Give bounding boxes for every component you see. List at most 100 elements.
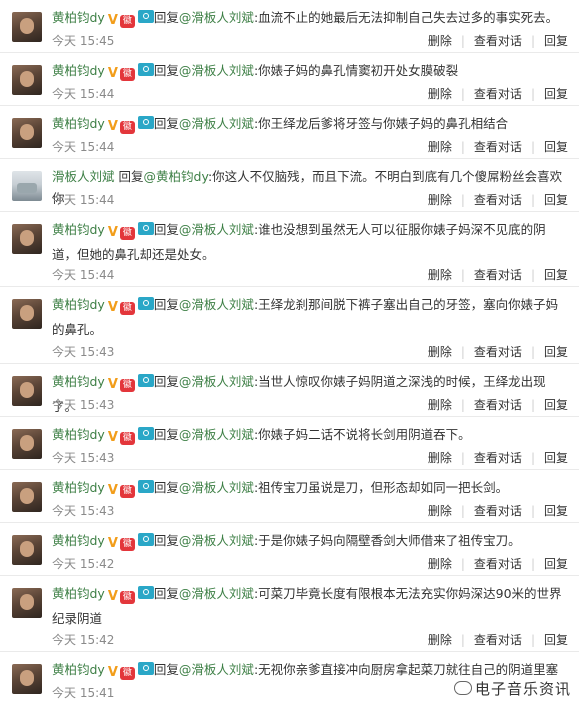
reply-button[interactable]: 回复 [544,85,568,102]
mention-link[interactable]: @滑板人刘斌 [179,222,254,237]
camera-icon [137,222,154,235]
username-link[interactable]: 黄柏钧dy [52,662,105,677]
verified-icon: V [107,225,118,240]
avatar[interactable] [12,588,42,618]
username-link[interactable]: 黄柏钧dy [52,586,105,601]
view-dialog-button[interactable]: 查看对话 [474,449,522,466]
delete-button[interactable]: 删除 [428,396,452,413]
reply-button[interactable]: 回复 [544,191,568,208]
avatar[interactable] [12,535,42,565]
avatar[interactable] [12,664,42,694]
reply-button[interactable]: 回复 [544,266,568,283]
username-link[interactable]: 黄柏钧dy [52,533,105,548]
reply-button[interactable]: 回复 [544,502,568,519]
mention-link[interactable]: @滑板人刘斌 [179,374,254,389]
reply-button[interactable]: 回复 [544,631,568,648]
delete-button[interactable]: 删除 [428,191,452,208]
mention-link[interactable]: @滑板人刘斌 [179,586,254,601]
mention-link[interactable]: @滑板人刘斌 [179,480,254,495]
reply-prefix: 回复 [153,297,179,312]
username-link[interactable]: 黄柏钧dy [52,10,105,25]
watermark: 电子音乐资讯 [451,677,573,700]
avatar[interactable] [12,65,42,95]
delete-button[interactable]: 删除 [428,449,452,466]
reply-button[interactable]: 回复 [544,138,568,155]
reply-button[interactable]: 回复 [544,555,568,572]
reply-prefix: 回复 [153,480,179,495]
view-dialog-button[interactable]: 查看对话 [474,138,522,155]
divider: | [530,345,535,359]
verified-icon: V [107,536,118,551]
view-dialog-button[interactable]: 查看对话 [474,266,522,283]
medal-icon: 徽 [119,68,135,81]
comment-item: 黄柏钧dy V 徽回复@滑板人刘斌:祖传宝刀虽说是刀，但形态却如同一把长剑。 今天 … [0,470,579,523]
reply-button[interactable]: 回复 [544,343,568,360]
avatar[interactable] [12,118,42,148]
mention-link[interactable]: @滑板人刘斌 [179,533,254,548]
mention-link[interactable]: @滑板人刘斌 [179,297,254,312]
avatar[interactable] [12,299,42,329]
mention-link[interactable]: @滑板人刘斌 [179,662,254,677]
username-link[interactable]: 黄柏钧dy [52,297,105,312]
divider: | [460,140,465,154]
view-dialog-button[interactable]: 查看对话 [474,502,522,519]
avatar[interactable] [12,429,42,459]
comment-item: 黄柏钧dy V 徽回复@滑板人刘斌:王绎龙刹那间脱下裤子塞出自己的牙签，塞向你婊子妈… [0,287,579,364]
comment-actions: 删除 | 查看对话 | 回复 [428,449,568,466]
avatar[interactable] [12,482,42,512]
comment-text: 黄柏钧dy V 徽回复@滑板人刘斌:谁也没想到虽然无人可以征服你婊子妈深不见底的阴道… [52,219,567,266]
reply-prefix: 回复 [118,169,144,184]
comment-text: 黄柏钧dy V 徽 回复@滑板人刘斌:你婊子妈的鼻孔情窦初开处女膜破裂 [52,60,567,85]
camera-icon [137,662,154,675]
view-dialog-button[interactable]: 查看对话 [474,85,522,102]
comment-text: 黄柏钧dy V 徽回复@滑板人刘斌:可菜刀毕竟长度有限根本无法充实你妈深达90米的世… [52,583,567,630]
username-link[interactable]: 黄柏钧dy [52,374,105,389]
verified-icon: V [107,300,118,315]
username-link[interactable]: 黄柏钧dy [52,63,105,78]
mention-link[interactable]: @滑板人刘斌 [179,427,254,442]
view-dialog-button[interactable]: 查看对话 [474,191,522,208]
comment-text: 黄柏钧dy V 徽 回复@滑板人刘斌:血流不止的她最后无法抑制自己失去过多的事实死去。 [52,7,567,32]
delete-button[interactable]: 删除 [428,32,452,49]
reply-prefix: 回复 [153,116,179,131]
divider: | [460,504,465,518]
divider: | [460,557,465,571]
username-link[interactable]: 黄柏钧dy [52,427,105,442]
medal-icon: 徽 [119,591,135,604]
timestamp: 今天 15:44 [52,140,115,154]
divider: | [530,398,535,412]
comment-actions: 删除 | 查看对话 | 回复 [428,32,568,49]
avatar[interactable] [12,171,42,201]
view-dialog-button[interactable]: 查看对话 [474,343,522,360]
username-link[interactable]: 滑板人刘斌 [52,169,115,184]
avatar[interactable] [12,376,42,406]
delete-button[interactable]: 删除 [428,502,452,519]
delete-button[interactable]: 删除 [428,266,452,283]
username-link[interactable]: 黄柏钧dy [52,222,105,237]
reply-button[interactable]: 回复 [544,396,568,413]
username-link[interactable]: 黄柏钧dy [52,480,105,495]
reply-button[interactable]: 回复 [544,449,568,466]
mention-link[interactable]: @滑板人刘斌 [179,10,254,25]
delete-button[interactable]: 删除 [428,631,452,648]
delete-button[interactable]: 删除 [428,343,452,360]
reply-button[interactable]: 回复 [544,32,568,49]
mention-link[interactable]: @滑板人刘斌 [179,116,254,131]
delete-button[interactable]: 删除 [428,555,452,572]
view-dialog-button[interactable]: 查看对话 [474,32,522,49]
delete-button[interactable]: 删除 [428,85,452,102]
timestamp: 今天 15:45 [52,34,115,48]
delete-button[interactable]: 删除 [428,138,452,155]
view-dialog-button[interactable]: 查看对话 [474,555,522,572]
avatar[interactable] [12,224,42,254]
view-dialog-button[interactable]: 查看对话 [474,631,522,648]
mention-link[interactable]: @滑板人刘斌 [179,63,254,78]
comment-text: 黄柏钧dy V 徽 回复@滑板人刘斌:你王绎龙后爹将牙签与你婊子妈的鼻孔相结合 [52,113,567,138]
view-dialog-button[interactable]: 查看对话 [474,396,522,413]
comment-body: :你婊子妈的鼻孔情窦初开处女膜破裂 [253,63,459,78]
timestamp: 今天 15:44 [52,87,115,101]
mention-link[interactable]: @黄柏钧dy [144,169,208,184]
comment-actions: 删除 | 查看对话 | 回复 [428,555,568,572]
username-link[interactable]: 黄柏钧dy [52,116,105,131]
avatar[interactable] [12,12,42,42]
